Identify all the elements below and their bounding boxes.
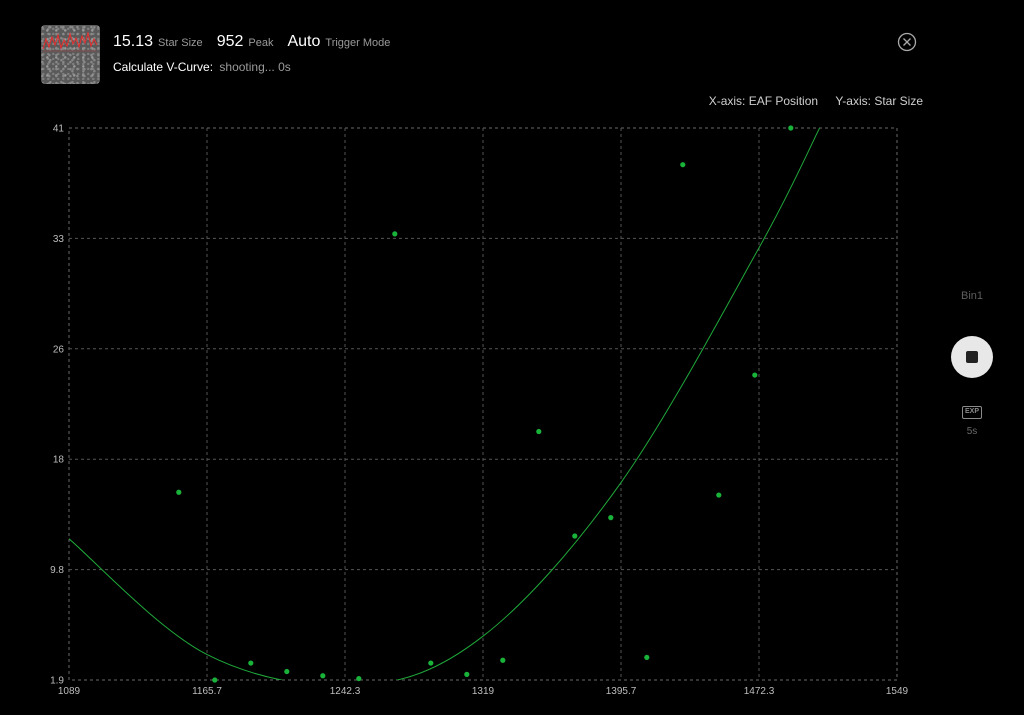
x-tick-label: 1089 xyxy=(58,686,81,697)
x-tick-label: 1242.3 xyxy=(330,686,361,697)
y-tick-label: 33 xyxy=(53,234,65,245)
y-tick-label: 41 xyxy=(53,124,65,135)
data-point xyxy=(536,428,542,435)
binning-label[interactable]: Bin1 xyxy=(952,290,992,302)
x-tick-label: 1395.7 xyxy=(606,686,637,697)
data-point xyxy=(500,657,506,663)
x-tick-label: 1549 xyxy=(886,686,909,697)
data-point xyxy=(644,654,650,661)
y-tick-label: 9.8 xyxy=(50,565,64,576)
fit-curve-layer xyxy=(69,128,821,680)
y-tick-label: 26 xyxy=(53,344,65,355)
x-tick-label: 1472.3 xyxy=(744,686,775,697)
data-point xyxy=(284,668,290,675)
data-point xyxy=(572,533,578,539)
data-point xyxy=(752,372,758,378)
v-curve-fit-line xyxy=(69,128,821,680)
data-point xyxy=(212,677,218,683)
data-point xyxy=(716,492,722,498)
v-curve-chart: 1089 1165.7 1242.3 1319 1395.7 1472.3 1549 1.9 9… xyxy=(50,124,909,698)
x-tick-label: 1319 xyxy=(472,686,495,697)
data-point xyxy=(248,660,254,666)
y-tick-label: 1.9 xyxy=(50,676,64,687)
y-tick-label: 18 xyxy=(53,455,65,466)
data-points-layer xyxy=(176,125,794,683)
stop-button[interactable] xyxy=(951,336,993,378)
data-point xyxy=(788,125,794,131)
exp-icon[interactable]: EXP xyxy=(962,406,982,419)
data-point xyxy=(608,515,614,521)
data-point xyxy=(176,489,182,495)
exposure-value: 5s xyxy=(966,426,978,437)
chart-grid xyxy=(68,127,898,681)
data-point xyxy=(680,162,686,168)
stop-icon xyxy=(966,351,978,363)
data-point xyxy=(320,673,326,679)
data-point xyxy=(392,231,398,237)
data-point xyxy=(356,675,362,682)
data-point xyxy=(464,671,470,677)
x-tick-label: 1165.7 xyxy=(192,686,222,697)
data-point xyxy=(428,660,434,666)
